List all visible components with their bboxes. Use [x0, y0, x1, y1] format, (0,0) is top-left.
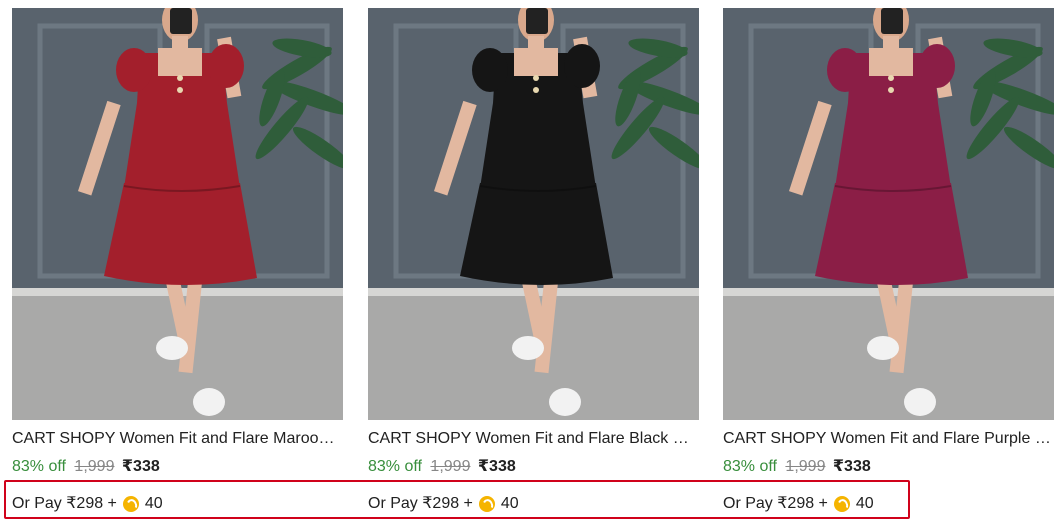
original-price: 1,999 — [785, 458, 826, 475]
coin-pay-row: Or Pay ₹298 + 40 — [12, 494, 163, 514]
coin-pay-row: Or Pay ₹298 + 40 — [723, 494, 874, 514]
price-row: 83% off 1,999 ₹338 — [723, 457, 871, 477]
sale-price: ₹338 — [832, 458, 871, 475]
dress-photo-icon — [723, 8, 1054, 420]
product-title[interactable]: CART SHOPY Women Fit and Flare Black Dre… — [368, 429, 699, 449]
product-image[interactable] — [368, 8, 699, 420]
coin-pay-row: Or Pay ₹298 + 40 — [368, 494, 519, 514]
price-row: 83% off 1,999 ₹338 — [368, 457, 516, 477]
pay-text: Or Pay ₹298 + — [12, 495, 117, 512]
original-price: 1,999 — [74, 458, 115, 475]
supercoin-icon — [122, 496, 139, 512]
pay-text: Or Pay ₹298 + — [723, 495, 828, 512]
discount-label: 83% off — [12, 458, 66, 475]
coin-amount: 40 — [144, 495, 163, 512]
coin-amount: 40 — [855, 495, 874, 512]
dress-photo-icon — [368, 8, 699, 420]
product-title[interactable]: CART SHOPY Women Fit and Flare Maroon Dr… — [12, 429, 343, 449]
product-image[interactable] — [12, 8, 343, 420]
sale-price: ₹338 — [121, 458, 160, 475]
supercoin-icon — [833, 496, 850, 512]
discount-label: 83% off — [723, 458, 777, 475]
pay-text: Or Pay ₹298 + — [368, 495, 473, 512]
discount-label: 83% off — [368, 458, 422, 475]
dress-photo-icon — [12, 8, 343, 420]
sale-price: ₹338 — [477, 458, 516, 475]
product-card[interactable]: CART SHOPY Women Fit and Flare Maroon Dr… — [12, 8, 343, 518]
product-image[interactable] — [723, 8, 1054, 420]
price-row: 83% off 1,999 ₹338 — [12, 457, 160, 477]
original-price: 1,999 — [430, 458, 471, 475]
supercoin-icon — [478, 496, 495, 512]
coin-amount: 40 — [500, 495, 519, 512]
product-title[interactable]: CART SHOPY Women Fit and Flare Purple Dr… — [723, 429, 1054, 449]
product-card[interactable]: CART SHOPY Women Fit and Flare Purple Dr… — [723, 8, 1054, 518]
product-card[interactable]: CART SHOPY Women Fit and Flare Black Dre… — [368, 8, 699, 518]
